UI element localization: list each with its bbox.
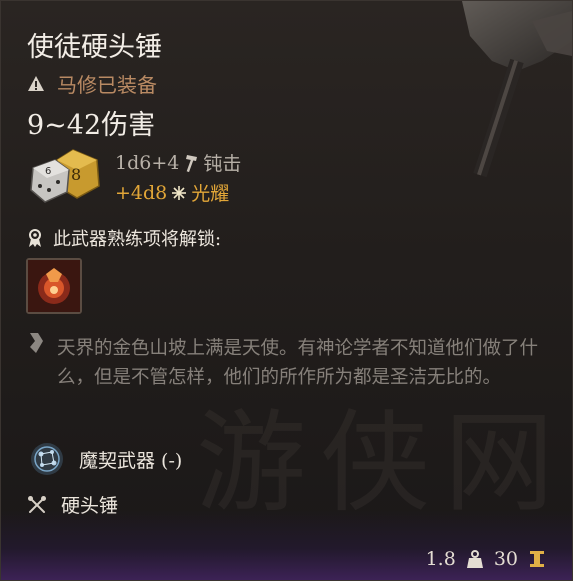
damage-type: 光耀 (191, 183, 230, 205)
svg-text:8: 8 (71, 165, 81, 184)
gold-value: 30 (493, 548, 518, 570)
weapon-type-row: 硬头锤 (27, 491, 118, 518)
proficiency-title: 此武器熟练项将解锁: (53, 229, 222, 250)
damage-type: 钝击 (203, 153, 242, 175)
pact-weapon-label: 魔契武器 (-) (79, 449, 183, 472)
damage-total: 9~42伤害 (27, 110, 156, 141)
mace-art-icon (462, 1, 572, 178)
damage-line-radiant: +4d8 光耀 (115, 179, 229, 206)
damage-dice: 1d6+4 (115, 151, 180, 174)
item-name: 使徒硬头锤 (27, 32, 162, 63)
proficiency-icon (29, 229, 41, 247)
radiant-icon (172, 185, 187, 200)
pact-weapon-icon (31, 443, 63, 475)
crossed-maces-icon (28, 495, 46, 513)
watermark: 游侠网 (196, 399, 568, 527)
skill-icon (28, 260, 80, 312)
weight-icon (466, 550, 483, 568)
equipped-text: 马修已装备 (57, 73, 157, 97)
pact-weapon-row[interactable]: 魔契武器 (-) (29, 441, 182, 477)
item-footer: 1.8 30 (426, 548, 546, 570)
hammer-icon (186, 154, 198, 172)
proficiency-header: 此武器熟练项将解锁: (25, 225, 221, 251)
skill-slot[interactable] (26, 258, 82, 314)
lore-text: 天界的金色山坡上满是天使。有神论学者不知道他们做了什么，但是不管怎样，他们的所作… (57, 338, 539, 388)
weapon-type-label: 硬头锤 (61, 495, 119, 517)
dice-icon: 8 6 (30, 149, 100, 203)
gold-icon (530, 551, 544, 567)
equipped-status: 马修已装备 (27, 69, 157, 98)
item-tooltip: 使徒硬头锤 马修已装备 9~42伤害 8 6 1d6+4 钝击 +4d8 光耀 … (0, 0, 573, 581)
weight-value: 1.8 (425, 548, 456, 570)
warning-icon (28, 75, 44, 91)
lore-icon (30, 333, 43, 353)
svg-text:6: 6 (45, 166, 51, 177)
damage-dice: +4d8 (115, 181, 168, 204)
damage-line-bludgeoning: 1d6+4 钝击 (115, 149, 241, 176)
